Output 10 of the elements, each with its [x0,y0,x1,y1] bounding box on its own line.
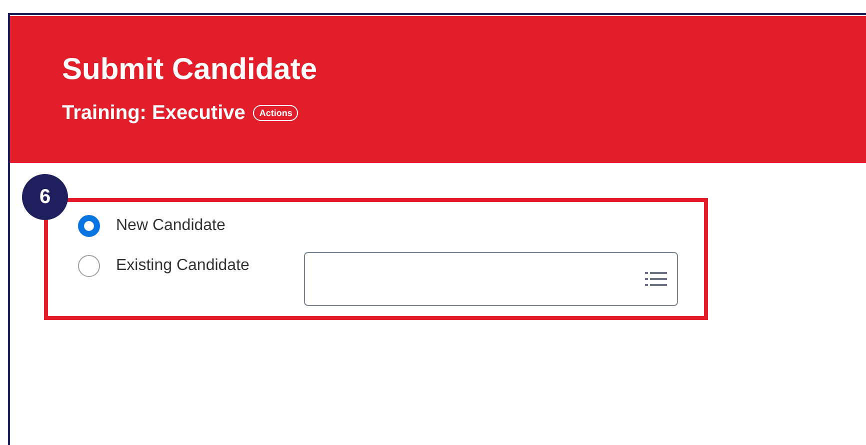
step-badge: 6 [22,174,68,220]
page-subtitle: Training: Executive [62,101,246,126]
radio-button[interactable] [78,255,100,277]
radio-button[interactable] [78,215,100,237]
page-title: Submit Candidate [62,52,318,88]
list-icon [645,271,667,287]
radio-label: New Candidate [116,216,226,236]
actions-button[interactable]: Actions [253,105,298,121]
radio-label: Existing Candidate [116,256,250,276]
prompt-field[interactable] [304,252,678,306]
